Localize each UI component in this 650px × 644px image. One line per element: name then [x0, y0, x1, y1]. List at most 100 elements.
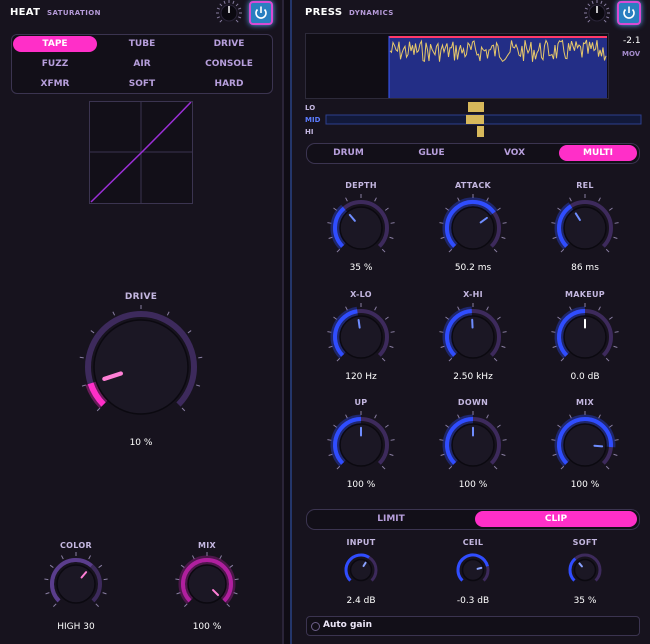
knob-tick: [603, 3, 607, 7]
knob-tick: [232, 0, 235, 4]
knob-body: [563, 206, 607, 250]
power-icon: [255, 6, 267, 19]
knob-tick: [605, 357, 610, 362]
knob-pointer: [357, 318, 361, 329]
knob-tick: [381, 465, 386, 470]
press-knob-x-lo[interactable]: [326, 301, 396, 371]
knob-body: [563, 423, 607, 467]
knob-tick: [551, 331, 556, 333]
press-input-mini-knob[interactable]: [582, 0, 612, 26]
press-knob-label-mix: MIX: [575, 398, 594, 407]
press-knob-x-hi[interactable]: [438, 301, 508, 371]
output-knob-value-soft: 35 %: [573, 596, 597, 606]
knob-body: [339, 206, 383, 250]
knob-body: [451, 206, 495, 250]
knob-tick: [176, 592, 181, 595]
knob-tick: [587, 3, 591, 7]
knob-tick: [587, 19, 591, 23]
knob-tick: [384, 316, 389, 320]
knob-tick: [53, 603, 57, 607]
knob-tick: [336, 465, 341, 470]
knob-tick: [493, 357, 498, 362]
knob-tick: [598, 197, 601, 202]
mode-xfmr[interactable]: XFMR: [13, 76, 97, 92]
mode-console[interactable]: CONSOLE: [187, 56, 271, 72]
band-label-hi: HI: [305, 128, 314, 136]
mode-tape[interactable]: TAPE: [13, 36, 97, 52]
mode-fuzz[interactable]: FUZZ: [13, 56, 97, 72]
knob-tick: [457, 306, 460, 311]
knob-tick: [184, 603, 188, 607]
press-knob-value-depth: 35 %: [349, 263, 373, 273]
knob-tick: [198, 356, 203, 359]
heat-title: HEAT: [10, 7, 41, 18]
press-knob-attack[interactable]: [438, 192, 508, 262]
preset-vox[interactable]: VOX: [475, 145, 554, 161]
mode-soft[interactable]: SOFT: [100, 76, 184, 92]
knob-tick: [390, 331, 395, 333]
output-knob-value-input: 2.4 dB: [346, 596, 376, 606]
knob-tick: [238, 16, 242, 19]
mode-air[interactable]: AIR: [100, 56, 184, 72]
knob-tick: [102, 592, 107, 595]
output-knob-soft[interactable]: [565, 550, 605, 590]
limiter-mode-selector: LIMIT CLIP: [306, 509, 640, 530]
knob-tick: [229, 564, 234, 568]
color-knob[interactable]: [44, 552, 108, 616]
drive-knob[interactable]: [73, 305, 209, 435]
preset-glue[interactable]: GLUE: [392, 145, 471, 161]
press-knob-up[interactable]: [326, 409, 396, 479]
knob-tick: [496, 316, 501, 320]
knob-tick: [327, 331, 332, 333]
knob-body: [187, 564, 227, 604]
knob-tick: [49, 564, 54, 568]
press-power-button[interactable]: [617, 1, 641, 25]
knob-tick: [486, 414, 489, 419]
knob-tick: [608, 316, 613, 320]
mode-drive[interactable]: DRIVE: [187, 36, 271, 52]
knob-body: [93, 319, 189, 415]
knob-tick: [448, 248, 453, 253]
heat-mix-knob[interactable]: [175, 552, 239, 616]
knob-tick: [614, 439, 619, 441]
knob-tick: [445, 424, 450, 428]
press-knob-depth[interactable]: [326, 192, 396, 262]
heat-input-mini-knob[interactable]: [214, 0, 244, 26]
transfer-curve-display: [89, 101, 193, 204]
auto-gain-toggle[interactable]: Auto gain: [306, 616, 640, 636]
press-knob-value-down: 100 %: [458, 480, 488, 490]
press-knob-down[interactable]: [438, 409, 508, 479]
band-meters[interactable]: [325, 101, 643, 139]
heat-power-button[interactable]: [249, 1, 273, 25]
knob-tick: [103, 578, 108, 581]
knob-tick: [333, 207, 338, 211]
knob-tick: [501, 345, 506, 348]
mode-tube[interactable]: TUBE: [100, 36, 184, 52]
knob-tick: [608, 424, 613, 428]
preset-drum[interactable]: DRUM: [309, 145, 388, 161]
knob-tick: [219, 555, 222, 560]
knob-tick: [502, 439, 507, 441]
output-knob-value-ceil: -0.3 dB: [456, 596, 490, 606]
knob-tick: [389, 236, 394, 239]
preset-multi[interactable]: MULTI: [559, 145, 637, 161]
knob-tick: [603, 19, 607, 23]
press-subtitle: DYNAMICS: [349, 9, 394, 17]
knob-pointer: [593, 444, 604, 448]
press-knob-mix[interactable]: [550, 409, 620, 479]
knob-tick: [613, 236, 618, 239]
knob-tick: [598, 306, 601, 311]
auto-gain-indicator: [311, 622, 320, 631]
press-knob-makeup[interactable]: [550, 301, 620, 371]
output-knob-ceil[interactable]: [453, 550, 493, 590]
press-knob-rel[interactable]: [550, 192, 620, 262]
transfer-curve: [90, 101, 192, 203]
knob-tick: [613, 453, 618, 456]
knob-tick: [439, 331, 444, 333]
knob-tick: [381, 357, 386, 362]
mode-hard[interactable]: HARD: [187, 76, 271, 92]
knob-tick: [235, 19, 239, 23]
mode-limit[interactable]: LIMIT: [309, 511, 473, 527]
mode-clip[interactable]: CLIP: [475, 511, 637, 527]
output-knob-input[interactable]: [341, 550, 381, 590]
